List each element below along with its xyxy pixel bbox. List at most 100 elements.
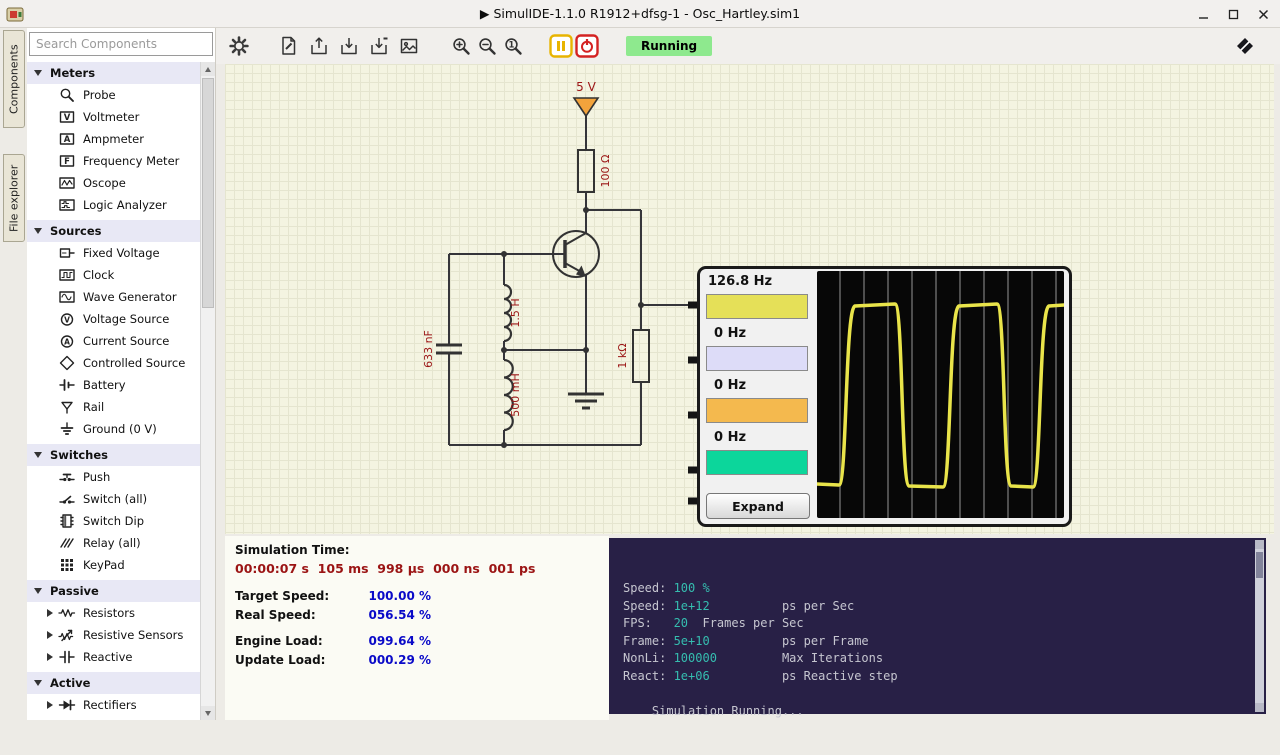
stat-label: Target Speed: — [235, 589, 329, 603]
console-line: Simulation Running... — [623, 703, 1252, 721]
component-item-battery[interactable]: Battery — [27, 374, 201, 396]
reactive-icon — [57, 648, 77, 666]
component-label: Voltmeter — [83, 110, 139, 124]
svg-text:V: V — [64, 315, 70, 324]
theme-contrast-icon[interactable] — [1232, 33, 1258, 59]
scrollbar-thumb[interactable] — [202, 78, 214, 308]
maximize-button[interactable] — [1226, 7, 1240, 21]
relay-icon — [57, 534, 77, 552]
probe-icon — [57, 86, 77, 104]
close-button[interactable] — [1256, 7, 1270, 21]
new-circuit-icon[interactable] — [276, 33, 302, 59]
stat-row-real-speed: Real Speed:056.54 % — [235, 605, 431, 624]
freq-reading: 0 Hz — [706, 326, 814, 371]
settings-gear-icon[interactable] — [226, 33, 252, 59]
waveform-trace — [817, 304, 1064, 487]
component-item-relay-all[interactable]: Relay (all) — [27, 532, 201, 554]
component-item-reactive[interactable]: Reactive — [27, 646, 201, 668]
console-scroll-up-icon[interactable] — [1255, 540, 1264, 549]
stat-label: Engine Load: — [235, 634, 323, 648]
capacitor-symbol — [436, 345, 462, 353]
sim-time-value: 00:00:07 s 105 ms 998 µs 000 ns 001 ps — [235, 561, 535, 576]
component-item-controlled-source[interactable]: Controlled Source — [27, 352, 201, 374]
zoom-in-icon[interactable] — [448, 33, 474, 59]
console-line: Speed: 100 % — [623, 580, 1252, 598]
components-sidebar: MetersProbeVVoltmeterAAmpmeterFFrequency… — [27, 28, 216, 720]
push-icon — [57, 468, 77, 486]
component-item-rectifiers[interactable]: Rectifiers — [27, 694, 201, 716]
component-item-switch-all[interactable]: Switch (all) — [27, 488, 201, 510]
zoom-out-icon[interactable] — [474, 33, 500, 59]
expand-arrow-icon[interactable] — [47, 631, 53, 639]
scroll-down-icon[interactable] — [201, 706, 215, 720]
section-header-passive[interactable]: Passive — [27, 580, 201, 602]
component-label: Ground (0 V) — [83, 422, 157, 436]
search-input[interactable] — [29, 32, 213, 56]
c1-label: 633 nF — [422, 330, 435, 368]
component-item-resistive-sensors[interactable]: Resistive Sensors — [27, 624, 201, 646]
console-scroll-down-icon[interactable] — [1255, 703, 1264, 712]
component-label: Relay (all) — [83, 536, 141, 550]
expand-button[interactable]: Expand — [706, 493, 810, 519]
component-item-probe[interactable]: Probe — [27, 84, 201, 106]
stat-value: 099.64 % — [368, 634, 431, 648]
section-header-meters[interactable]: Meters — [27, 62, 201, 84]
expand-arrow-icon[interactable] — [47, 701, 53, 709]
component-item-ground-0-v[interactable]: Ground (0 V) — [27, 418, 201, 440]
section-header-active[interactable]: Active — [27, 672, 201, 694]
component-item-keypad[interactable]: KeyPad — [27, 554, 201, 576]
waveg-icon — [57, 288, 77, 306]
isource-icon: A — [57, 332, 77, 350]
supply-label: 5 V — [576, 80, 596, 94]
component-label: Switch Dip — [83, 514, 144, 528]
component-item-fixed-voltage[interactable]: Fixed Voltage — [27, 242, 201, 264]
component-label: Rectifiers — [83, 698, 137, 712]
zoom-one-icon[interactable]: 1 — [500, 33, 526, 59]
component-item-logic-analyzer[interactable]: Logic Analyzer — [27, 194, 201, 216]
section-label: Passive — [50, 584, 99, 598]
component-item-ampmeter[interactable]: A Ampmeter — [27, 128, 201, 150]
component-item-rail[interactable]: Rail — [27, 396, 201, 418]
component-label: Ampmeter — [83, 132, 144, 146]
minimize-button[interactable] — [1196, 7, 1210, 21]
frequency-meter-panel[interactable]: 126.8 Hz0 Hz0 Hz0 Hz Expand — [697, 266, 1072, 527]
freq-value: 126.8 Hz — [708, 274, 814, 291]
open-circuit-icon[interactable] — [306, 33, 332, 59]
dip-icon — [57, 512, 77, 530]
power-circuit-icon[interactable] — [574, 33, 600, 59]
component-label: Logic Analyzer — [83, 198, 167, 212]
sim-stats-rows: Target Speed:100.00 %Real Speed:056.54 %… — [235, 586, 431, 669]
console-scroll-thumb[interactable] — [1256, 552, 1263, 578]
sidebar-scrollbar[interactable] — [200, 62, 215, 720]
component-item-current-source[interactable]: ACurrent Source — [27, 330, 201, 352]
expand-arrow-icon[interactable] — [47, 609, 53, 617]
component-label: Reactive — [83, 650, 133, 664]
component-item-oscope[interactable]: Oscope — [27, 172, 201, 194]
tab-components[interactable]: Components — [3, 30, 25, 128]
scroll-up-icon[interactable] — [201, 62, 215, 76]
save-circuit-icon[interactable] — [336, 33, 362, 59]
component-item-push[interactable]: Push — [27, 466, 201, 488]
component-item-switch-dip[interactable]: Switch Dip — [27, 510, 201, 532]
pause-sim-icon[interactable] — [548, 33, 574, 59]
section-header-sources[interactable]: Sources — [27, 220, 201, 242]
section-header-switches[interactable]: Switches — [27, 444, 201, 466]
console-scrollbar[interactable] — [1255, 540, 1264, 712]
tab-file-explorer[interactable]: File explorer — [3, 154, 25, 242]
component-item-resistors[interactable]: Resistors — [27, 602, 201, 624]
save-as-circuit-icon[interactable] — [366, 33, 392, 59]
component-item-wave-generator[interactable]: Wave Generator — [27, 286, 201, 308]
component-item-frequency-meter[interactable]: FFrequency Meter — [27, 150, 201, 172]
r2-label: 1 kΩ — [616, 343, 629, 368]
svg-text:A: A — [64, 135, 71, 145]
l1-label: 1.5 H — [509, 298, 522, 327]
freq-value: 0 Hz — [714, 430, 814, 447]
export-image-icon[interactable] — [396, 33, 422, 59]
component-label: Battery — [83, 378, 126, 392]
clock-icon — [57, 266, 77, 284]
component-item-voltage-source[interactable]: VVoltage Source — [27, 308, 201, 330]
expand-arrow-icon[interactable] — [47, 653, 53, 661]
circuit-canvas[interactable]: 5 V 100 Ω 1.5 H 500 mH 633 nF 1 kΩ 126.8… — [225, 64, 1274, 534]
component-item-voltmeter[interactable]: VVoltmeter — [27, 106, 201, 128]
component-item-clock[interactable]: Clock — [27, 264, 201, 286]
